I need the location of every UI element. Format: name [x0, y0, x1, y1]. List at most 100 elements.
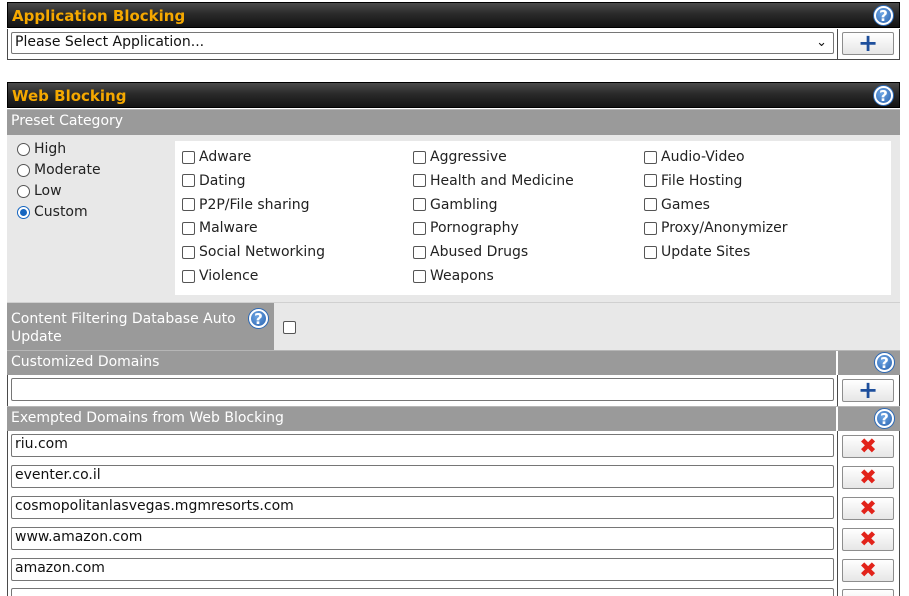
content-filtering-help-icon[interactable]: ?: [248, 308, 269, 329]
category-checkbox[interactable]: [413, 198, 426, 212]
category-label: P2P/File sharing: [199, 196, 310, 213]
category-option[interactable]: Malware: [182, 220, 258, 236]
category-checkbox[interactable]: [182, 150, 195, 164]
category-checkbox[interactable]: [182, 174, 195, 188]
exempted-domain-row: riu.com ✖: [7, 431, 900, 462]
category-option[interactable]: P2P/File sharing: [182, 197, 310, 213]
category-checkbox[interactable]: [644, 174, 657, 188]
exempted-domain-value: www.amazon.com: [15, 529, 143, 545]
category-option[interactable]: File Hosting: [644, 173, 742, 189]
content-filtering-label: Content Filtering Database Auto Update ?: [7, 303, 274, 351]
web-blocking-help-icon[interactable]: ?: [873, 85, 894, 106]
preset-level-radio[interactable]: [17, 205, 30, 219]
category-checkbox[interactable]: [644, 245, 657, 259]
exempted-domain-value: riu.com: [15, 436, 68, 452]
category-label: Update Sites: [661, 244, 751, 261]
category-checkbox[interactable]: [644, 150, 657, 164]
exempted-domain-input[interactable]: eventer.co.il: [11, 465, 834, 488]
category-checkbox[interactable]: [644, 221, 657, 235]
preset-level-option[interactable]: Low: [17, 183, 62, 199]
category-label: Social Networking: [199, 244, 326, 261]
content-filtering-auto-update-checkbox[interactable]: [283, 321, 296, 334]
category-panel: Adware Aggressive Audio-Video Dating Health …: [175, 141, 891, 295]
exempted-domain-input[interactable]: amazon.com: [11, 558, 834, 581]
category-option[interactable]: Adware: [182, 149, 251, 165]
category-checkbox[interactable]: [182, 198, 195, 212]
exempted-domain-value: cosmopolitanlasvegas.mgmresorts.com: [15, 498, 294, 514]
customized-domains-help-icon[interactable]: ?: [874, 352, 895, 373]
category-option[interactable]: Audio-Video: [644, 149, 745, 165]
category-label: Audio-Video: [661, 149, 745, 165]
category-checkbox[interactable]: [182, 269, 195, 283]
application-select-value: Please Select Application...: [15, 34, 205, 50]
exempted-domain-input[interactable]: cosmopolitanlasvegas.mgmresorts.com: [11, 496, 834, 519]
preset-level-radio[interactable]: [17, 184, 30, 198]
category-label: Weapons: [430, 268, 494, 284]
category-option[interactable]: Proxy/Anonymizer: [644, 220, 788, 236]
application-select[interactable]: Please Select Application... ⌄: [11, 32, 834, 54]
add-application-button[interactable]: +: [842, 28, 894, 57]
category-label: Proxy/Anonymizer: [661, 220, 788, 237]
category-option[interactable]: Pornography: [413, 220, 519, 236]
close-icon: ✖: [859, 496, 877, 520]
category-label: Aggressive: [430, 149, 507, 165]
preset-level-radio[interactable]: [17, 163, 30, 177]
preset-level-label: Low: [34, 183, 62, 199]
add-customized-domain-button[interactable]: +: [842, 375, 894, 404]
remove-exempted-domain-button[interactable]: ✖: [842, 466, 894, 489]
category-option[interactable]: Social Networking: [182, 244, 325, 260]
category-checkbox[interactable]: [413, 221, 426, 235]
exempted-domain-input[interactable]: www.amazon.com: [11, 527, 834, 550]
remove-exempted-domain-button[interactable]: ✖: [842, 497, 894, 520]
preset-level-option[interactable]: Moderate: [17, 162, 101, 178]
remove-exempted-domain-button[interactable]: ✖: [842, 528, 894, 551]
customized-domains-header: Customized Domains ?: [7, 350, 900, 375]
application-blocking-title: Application Blocking: [12, 7, 186, 25]
category-checkbox[interactable]: [413, 174, 426, 188]
content-filtering-row: Content Filtering Database Auto Update ?: [7, 302, 900, 351]
remove-exempted-domain-button[interactable]: [842, 589, 894, 596]
category-option[interactable]: Weapons: [413, 268, 494, 284]
header-divider: [836, 407, 838, 431]
preset-category-header: Preset Category: [7, 109, 900, 135]
exempted-domain-input[interactable]: [11, 588, 834, 596]
application-select-row: Please Select Application... ⌄ +: [7, 29, 900, 60]
preset-level-label: High: [34, 141, 67, 157]
chevron-down-icon: ⌄: [816, 35, 827, 50]
category-option[interactable]: Abused Drugs: [413, 244, 528, 260]
preset-category-area: High Moderate Low Custom Adware Aggressive Au…: [7, 135, 900, 302]
category-checkbox[interactable]: [413, 150, 426, 164]
customized-domain-input[interactable]: [11, 378, 834, 401]
category-checkbox[interactable]: [413, 245, 426, 259]
category-option[interactable]: Update Sites: [644, 244, 750, 260]
category-option[interactable]: Aggressive: [413, 149, 507, 165]
preset-level-radio[interactable]: [17, 142, 30, 156]
preset-level-option[interactable]: High: [17, 141, 66, 157]
remove-exempted-domain-button[interactable]: ✖: [842, 559, 894, 582]
exempted-domains-help-icon[interactable]: ?: [874, 408, 895, 429]
category-option[interactable]: Gambling: [413, 197, 498, 213]
category-option[interactable]: Games: [644, 197, 710, 213]
plus-icon: +: [857, 375, 879, 404]
plus-icon: +: [857, 28, 879, 57]
category-checkbox[interactable]: [182, 245, 195, 259]
preset-level-option[interactable]: Custom: [17, 204, 88, 220]
row-divider: [837, 375, 838, 406]
category-label: File Hosting: [661, 172, 743, 189]
header-divider: [836, 351, 838, 375]
exempted-domain-value: eventer.co.il: [15, 467, 101, 483]
row-divider: [837, 29, 838, 59]
exempted-domain-input[interactable]: riu.com: [11, 434, 834, 457]
category-option[interactable]: Violence: [182, 268, 258, 284]
category-checkbox[interactable]: [413, 269, 426, 283]
category-label: Abused Drugs: [430, 244, 529, 261]
category-label: Gambling: [430, 196, 498, 213]
application-blocking-help-icon[interactable]: ?: [873, 5, 894, 26]
remove-exempted-domain-button[interactable]: ✖: [842, 435, 894, 458]
category-option[interactable]: Health and Medicine: [413, 173, 574, 189]
close-icon: ✖: [859, 465, 877, 489]
customized-domains-label: Customized Domains: [11, 354, 160, 370]
category-checkbox[interactable]: [182, 221, 195, 235]
category-option[interactable]: Dating: [182, 173, 246, 189]
category-checkbox[interactable]: [644, 198, 657, 212]
